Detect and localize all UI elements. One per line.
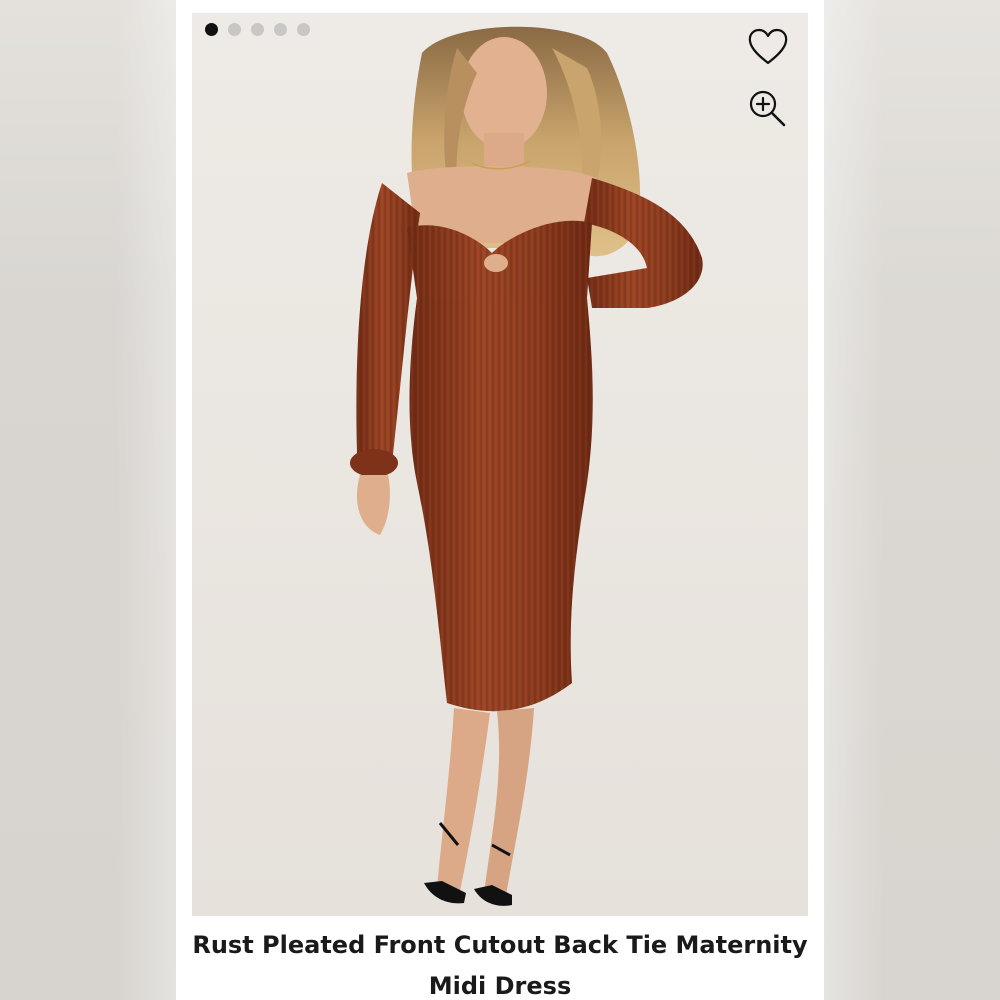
left-blur-background bbox=[0, 0, 176, 1000]
right-blur-background bbox=[824, 0, 1000, 1000]
heart-icon bbox=[748, 28, 788, 65]
carousel-dot-3[interactable] bbox=[251, 23, 264, 36]
zoom-button[interactable] bbox=[748, 89, 792, 133]
product-image[interactable] bbox=[192, 13, 808, 916]
carousel-indicator bbox=[205, 23, 310, 36]
favorite-button[interactable] bbox=[747, 28, 791, 72]
carousel-dot-5[interactable] bbox=[297, 23, 310, 36]
carousel-dot-4[interactable] bbox=[274, 23, 287, 36]
carousel-dot-2[interactable] bbox=[228, 23, 241, 36]
zoom-in-icon bbox=[749, 90, 786, 127]
carousel-dot-1[interactable] bbox=[205, 23, 218, 36]
model-illustration bbox=[192, 13, 808, 916]
product-title: Rust Pleated Front Cutout Back Tie Mater… bbox=[192, 931, 808, 1000]
product-card: Rust Pleated Front Cutout Back Tie Mater… bbox=[176, 0, 824, 1000]
